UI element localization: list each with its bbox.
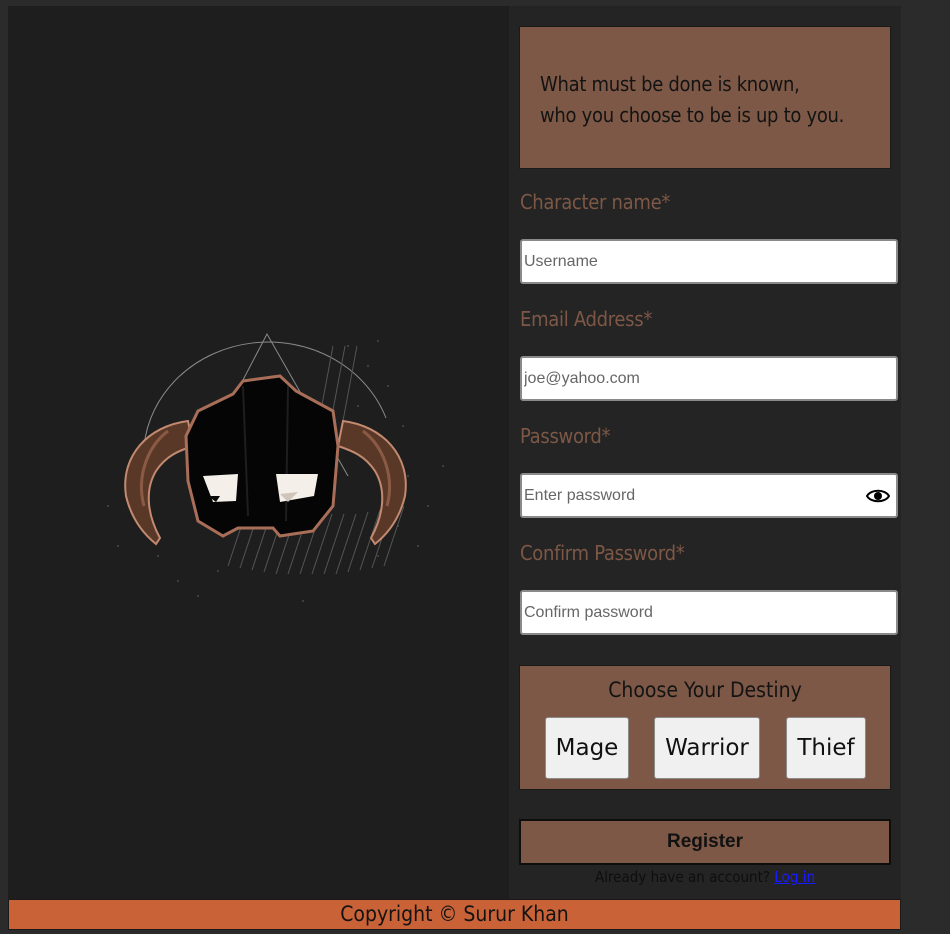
mage-button[interactable]: Mage — [545, 717, 629, 779]
character-name-field-wrapper — [520, 239, 898, 284]
password-input[interactable] — [524, 475, 854, 516]
account-prompt: Already have an account? Log in — [509, 868, 901, 886]
registration-panel: What must be done is known, who you choo… — [509, 6, 901, 899]
required-mark: * — [675, 541, 685, 565]
quote-line-1: What must be done is known, — [540, 72, 800, 96]
footer: Copyright © Surur Khan — [8, 899, 901, 930]
character-name-input[interactable] — [524, 241, 854, 282]
login-link[interactable]: Log in — [774, 868, 815, 886]
quote-line-2: who you choose to be is up to you. — [540, 103, 845, 127]
password-label: Password* — [520, 424, 611, 448]
character-name-label: Character name* — [520, 190, 670, 214]
destiny-title: Choose Your Destiny — [608, 678, 802, 702]
email-input[interactable] — [524, 358, 854, 399]
account-prompt-text: Already have an account? — [594, 868, 771, 886]
email-label: Email Address* — [520, 307, 652, 331]
confirm-password-label-text: Confirm Password — [520, 541, 676, 565]
eye-icon[interactable] — [866, 485, 890, 507]
confirm-password-field-wrapper — [520, 590, 898, 635]
app-container: What must be done is known, who you choo… — [8, 6, 901, 899]
required-mark: * — [601, 424, 611, 448]
email-label-text: Email Address — [520, 307, 644, 331]
choose-destiny-box: Choose Your Destiny Mage Warrior Thief — [519, 665, 891, 790]
required-mark: * — [643, 307, 653, 331]
password-field-wrapper — [520, 473, 898, 518]
register-button[interactable]: Register — [519, 819, 891, 865]
character-name-label-text: Character name — [520, 190, 662, 214]
confirm-password-label: Confirm Password* — [520, 541, 685, 565]
thief-button[interactable]: Thief — [786, 717, 866, 779]
warrior-button[interactable]: Warrior — [654, 717, 760, 779]
password-label-text: Password — [520, 424, 602, 448]
confirm-password-input[interactable] — [524, 592, 854, 633]
email-field-wrapper — [520, 356, 898, 401]
hero-illustration-area — [8, 6, 509, 899]
required-mark: * — [661, 190, 671, 214]
quote-box: What must be done is known, who you choo… — [519, 26, 891, 169]
horned-helmet-illustration — [107, 332, 444, 602]
